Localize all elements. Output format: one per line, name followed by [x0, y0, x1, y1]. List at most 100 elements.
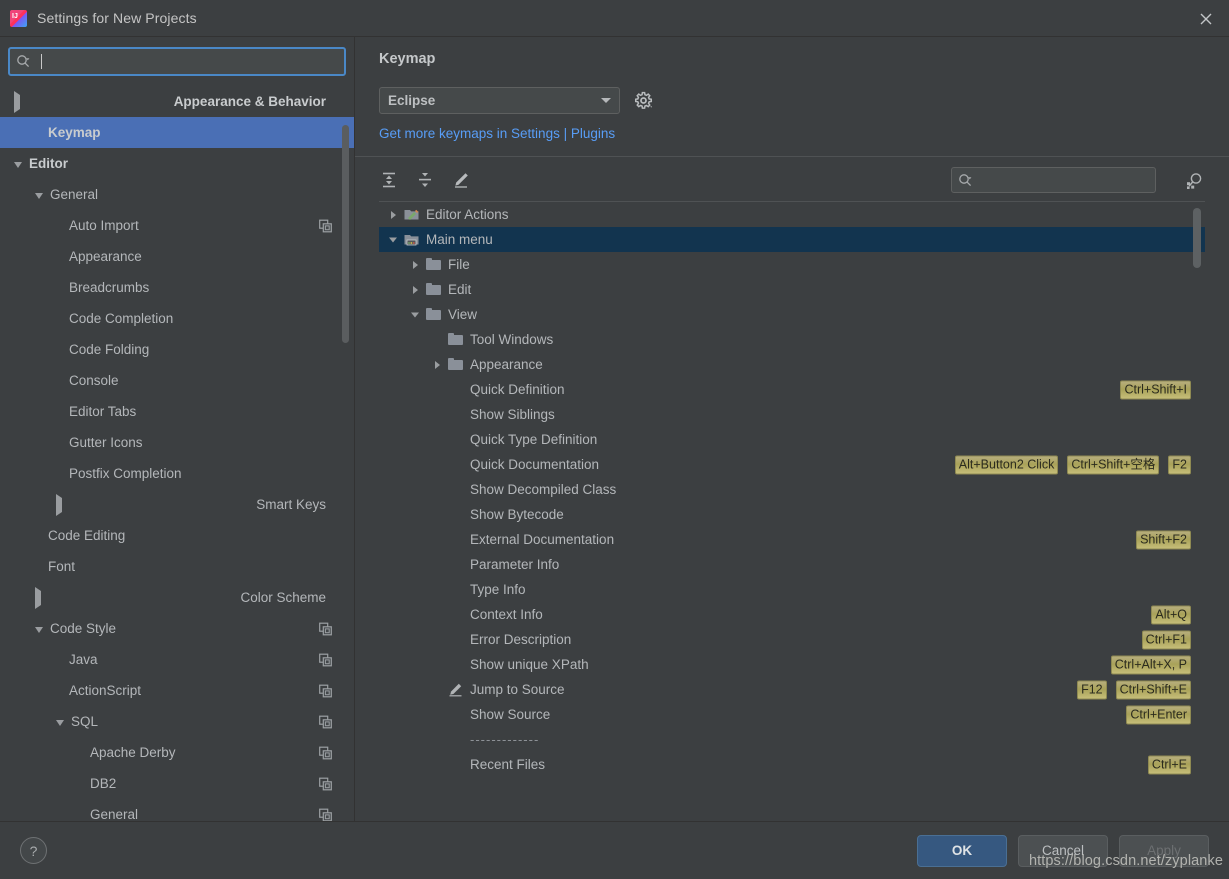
sidebar-item-editor-tabs[interactable]: Editor Tabs — [0, 396, 354, 427]
keymap-row-show-bytecode[interactable]: Show Bytecode — [379, 502, 1205, 527]
sidebar-item-label: General — [90, 807, 138, 821]
copy-settings-icon[interactable] — [319, 746, 332, 759]
keymap-row-file[interactable]: File — [379, 252, 1205, 277]
chevron-down-icon[interactable] — [56, 720, 64, 726]
chevron-right-icon[interactable] — [56, 494, 249, 516]
sidebar-item-sql[interactable]: SQL — [0, 706, 354, 737]
copy-settings-icon[interactable] — [319, 715, 332, 728]
sidebar-item-code-editing[interactable]: Code Editing — [0, 520, 354, 551]
copy-settings-icon[interactable] — [319, 219, 332, 232]
apply-button[interactable]: Apply — [1119, 835, 1209, 867]
sidebar-item-postfix-completion[interactable]: Postfix Completion — [0, 458, 354, 489]
keymap-separator-row[interactable]: ------------- — [379, 727, 1205, 752]
keymap-row-tool-windows[interactable]: Tool Windows — [379, 327, 1205, 352]
sidebar-item-db2[interactable]: DB2 — [0, 768, 354, 799]
sidebar-item-smart-keys[interactable]: Smart Keys — [0, 489, 354, 520]
sidebar-tree[interactable]: Appearance & BehaviorKeymapEditorGeneral… — [0, 84, 354, 821]
sidebar-item-auto-import[interactable]: Auto Import — [0, 210, 354, 241]
keymap-scrollbar-track[interactable] — [1195, 202, 1203, 821]
sidebar-item-console[interactable]: Console — [0, 365, 354, 396]
sidebar-item-breadcrumbs[interactable]: Breadcrumbs — [0, 272, 354, 303]
keymap-row-type-info[interactable]: Type Info — [379, 577, 1205, 602]
shortcut-badge: Alt+Button2 Click — [955, 455, 1059, 474]
keymap-row-appearance[interactable]: Appearance — [379, 352, 1205, 377]
sidebar-item-keymap[interactable]: Keymap — [0, 117, 354, 148]
sidebar-item-label: Color Scheme — [240, 590, 326, 605]
chevron-right-icon[interactable] — [411, 283, 422, 297]
copy-settings-icon[interactable] — [319, 777, 332, 790]
collapse-all-icon[interactable] — [415, 170, 435, 190]
keymap-tree[interactable]: Editor ActionsMain menuFileEditViewTool … — [379, 202, 1205, 777]
sidebar-scrollbar[interactable] — [342, 125, 349, 343]
keymap-search-input[interactable] — [951, 167, 1156, 193]
keymap-row-editor-actions[interactable]: Editor Actions — [379, 202, 1205, 227]
keymap-row-show-unique-xpath[interactable]: Show unique XPathCtrl+Alt+X, P — [379, 652, 1205, 677]
pencil-edit-icon[interactable] — [451, 170, 471, 190]
folder-icon — [426, 258, 441, 271]
chevron-right-icon[interactable] — [411, 258, 422, 272]
sidebar-item-code-completion[interactable]: Code Completion — [0, 303, 354, 334]
keymap-row-show-siblings[interactable]: Show Siblings — [379, 402, 1205, 427]
keymap-scrollbar-thumb[interactable] — [1193, 208, 1201, 268]
copy-settings-icon[interactable] — [319, 808, 332, 821]
find-by-shortcut-icon[interactable] — [1184, 170, 1205, 191]
sidebar-item-label: DB2 — [90, 776, 116, 791]
sidebar-item-java[interactable]: Java — [0, 644, 354, 675]
tree-icon-spacer — [448, 657, 463, 672]
keymap-row-parameter-info[interactable]: Parameter Info — [379, 552, 1205, 577]
get-more-keymaps-link[interactable]: Get more keymaps in Settings | Plugins — [379, 126, 615, 141]
shortcut-badge: Ctrl+Alt+X, P — [1111, 655, 1191, 674]
help-button[interactable]: ? — [20, 837, 47, 864]
keymap-row-quick-type-definition[interactable]: Quick Type Definition — [379, 427, 1205, 452]
keymap-action-label: Error Description — [470, 632, 571, 647]
search-input[interactable] — [8, 47, 346, 76]
sidebar-item-code-folding[interactable]: Code Folding — [0, 334, 354, 365]
chevron-right-icon[interactable] — [14, 91, 167, 113]
keymap-row-show-source[interactable]: Show SourceCtrl+Enter — [379, 702, 1205, 727]
sidebar-item-appearance[interactable]: Appearance — [0, 241, 354, 272]
keymap-row-recent-files[interactable]: Recent FilesCtrl+E — [379, 752, 1205, 777]
keymap-row-show-decompiled-class[interactable]: Show Decompiled Class — [379, 477, 1205, 502]
title-bar: Settings for New Projects — [0, 0, 1229, 36]
chevron-down-icon[interactable] — [35, 627, 43, 633]
copy-settings-icon[interactable] — [319, 622, 332, 635]
sidebar-item-general[interactable]: General — [0, 799, 354, 821]
sidebar-item-font[interactable]: Font — [0, 551, 354, 582]
sidebar-item-appearance-behavior[interactable]: Appearance & Behavior — [0, 86, 354, 117]
keymap-row-edit[interactable]: Edit — [379, 277, 1205, 302]
cancel-button[interactable]: Cancel — [1018, 835, 1108, 867]
sidebar-item-gutter-icons[interactable]: Gutter Icons — [0, 427, 354, 458]
chevron-right-icon[interactable] — [389, 208, 400, 222]
shortcut-badge-group: Ctrl+Alt+X, P — [1111, 655, 1191, 674]
sidebar-item-color-scheme[interactable]: Color Scheme — [0, 582, 354, 613]
copy-settings-icon[interactable] — [319, 684, 332, 697]
chevron-down-icon[interactable] — [14, 162, 22, 168]
tree-icon-spacer — [448, 732, 463, 747]
chevron-down-icon[interactable] — [35, 193, 43, 199]
copy-settings-icon[interactable] — [319, 653, 332, 666]
expand-all-icon[interactable] — [379, 170, 399, 190]
close-icon[interactable] — [1195, 8, 1217, 30]
ok-button[interactable]: OK — [917, 835, 1007, 867]
sidebar-item-label: Editor Tabs — [69, 404, 136, 419]
keymap-row-main-menu[interactable]: Main menu — [379, 227, 1205, 252]
keymap-action-label: Show Bytecode — [470, 507, 564, 522]
keymap-row-jump-to-source[interactable]: Jump to SourceF12Ctrl+Shift+E — [379, 677, 1205, 702]
keymap-row-quick-documentation[interactable]: Quick DocumentationAlt+Button2 ClickCtrl… — [379, 452, 1205, 477]
sidebar-item-label: Code Folding — [69, 342, 149, 357]
keymap-row-external-documentation[interactable]: External DocumentationShift+F2 — [379, 527, 1205, 552]
sidebar-item-general[interactable]: General — [0, 179, 354, 210]
keymap-row-quick-definition[interactable]: Quick DefinitionCtrl+Shift+I — [379, 377, 1205, 402]
keymap-select[interactable]: Eclipse — [379, 87, 620, 114]
tree-icon-spacer — [448, 557, 463, 572]
keymap-row-context-info[interactable]: Context InfoAlt+Q — [379, 602, 1205, 627]
chevron-right-icon[interactable] — [35, 587, 233, 609]
chevron-right-icon[interactable] — [433, 358, 444, 372]
sidebar-item-actionscript[interactable]: ActionScript — [0, 675, 354, 706]
sidebar-item-editor[interactable]: Editor — [0, 148, 354, 179]
gear-icon[interactable] — [634, 91, 653, 110]
keymap-row-error-description[interactable]: Error DescriptionCtrl+F1 — [379, 627, 1205, 652]
sidebar-item-code-style[interactable]: Code Style — [0, 613, 354, 644]
sidebar-item-apache-derby[interactable]: Apache Derby — [0, 737, 354, 768]
keymap-row-view[interactable]: View — [379, 302, 1205, 327]
